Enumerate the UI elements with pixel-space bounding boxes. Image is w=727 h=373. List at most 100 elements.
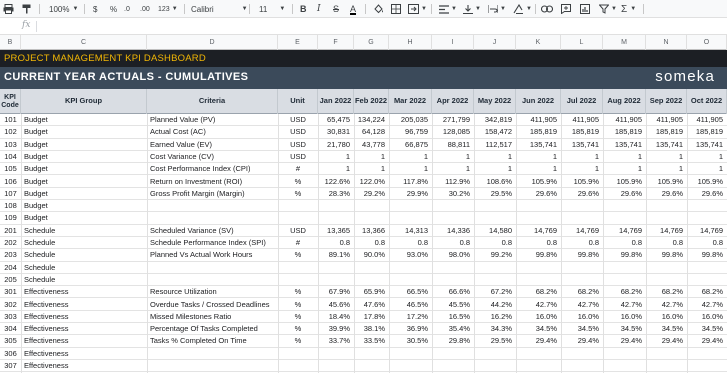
column-letter[interactable]: D xyxy=(147,35,278,50)
cell-month-value[interactable]: 14,769 xyxy=(561,225,603,237)
cell-month-value[interactable]: 29.6% xyxy=(687,188,727,200)
cell-month-value[interactable]: 29.4% xyxy=(646,335,687,347)
cell-kpi-code[interactable]: 305 xyxy=(0,335,21,347)
cell-month-value[interactable]: 42.7% xyxy=(516,299,561,311)
cell-month-value[interactable]: 185,819 xyxy=(561,126,603,138)
cell-kpi-group[interactable]: Budget xyxy=(21,200,147,212)
more-formats-button[interactable]: 123 ▼ xyxy=(158,0,178,18)
cell-month-value[interactable]: 134,224 xyxy=(354,114,389,126)
cell-criteria[interactable]: Earned Value (EV) xyxy=(147,139,278,151)
cell-month-value[interactable]: 14,313 xyxy=(389,225,432,237)
cell-month-value[interactable]: 47.6% xyxy=(354,299,389,311)
cell-month-value[interactable]: 1 xyxy=(516,151,561,163)
cell-month-value[interactable]: 158,472 xyxy=(474,126,516,138)
cell-month-value[interactable]: 29.4% xyxy=(603,335,646,347)
cell-month-value[interactable] xyxy=(516,200,561,212)
horizontal-align-icon[interactable]: ▼ xyxy=(439,0,457,18)
cell-unit[interactable] xyxy=(278,200,318,212)
column-letter[interactable]: E xyxy=(278,35,318,50)
cell-month-value[interactable]: 34.5% xyxy=(687,323,727,335)
decrease-decimals-button[interactable]: .0 xyxy=(124,0,130,18)
cell-month-value[interactable]: 1 xyxy=(432,163,474,175)
cell-month-value[interactable]: 411,905 xyxy=(646,114,687,126)
cell-month-value[interactable]: 17.2% xyxy=(389,311,432,323)
column-letter[interactable]: M xyxy=(603,35,646,50)
cell-month-value[interactable]: 1 xyxy=(318,151,354,163)
merge-cells-icon[interactable]: ▼ xyxy=(408,0,427,18)
cell-month-value[interactable]: 29.6% xyxy=(561,188,603,200)
cell-month-value[interactable]: 99.8% xyxy=(646,249,687,261)
cell-kpi-group[interactable]: Effectiveness xyxy=(21,323,147,335)
cell-criteria[interactable]: Tasks % Completed On Time xyxy=(147,335,278,347)
cell-month-value[interactable]: 46.5% xyxy=(389,299,432,311)
cell-month-value[interactable]: 99.8% xyxy=(687,249,727,261)
cell-kpi-group[interactable]: Effectiveness xyxy=(21,299,147,311)
cell-month-value[interactable]: 112.9% xyxy=(432,176,474,188)
cell-month-value[interactable]: 13,365 xyxy=(318,225,354,237)
cell-unit[interactable]: % xyxy=(278,286,318,298)
cell-month-value[interactable] xyxy=(474,212,516,224)
paint-format-icon[interactable] xyxy=(22,0,34,18)
cell-month-value[interactable]: 29.5% xyxy=(474,188,516,200)
zoom-select[interactable]: 100% ▼ xyxy=(49,0,78,18)
cell-month-value[interactable]: 99.8% xyxy=(516,249,561,261)
cell-month-value[interactable]: 1 xyxy=(687,163,727,175)
cell-month-value[interactable]: 0.8 xyxy=(354,237,389,249)
cell-month-value[interactable]: 105.9% xyxy=(516,176,561,188)
cell-criteria[interactable] xyxy=(147,360,278,372)
cell-month-value[interactable] xyxy=(318,360,354,372)
cell-month-value[interactable] xyxy=(474,348,516,360)
cell-month-value[interactable]: 16.0% xyxy=(687,311,727,323)
cell-month-value[interactable]: 34.3% xyxy=(474,323,516,335)
cell-month-value[interactable]: 185,819 xyxy=(516,126,561,138)
cell-criteria[interactable]: Cost Variance (CV) xyxy=(147,151,278,163)
column-letter[interactable]: H xyxy=(389,35,432,50)
cell-month-value[interactable] xyxy=(389,262,432,274)
cell-kpi-code[interactable]: 102 xyxy=(0,126,21,138)
cell-month-value[interactable] xyxy=(354,200,389,212)
cell-month-value[interactable]: 18.4% xyxy=(318,311,354,323)
cell-kpi-group[interactable]: Budget xyxy=(21,114,147,126)
cell-kpi-group[interactable]: Schedule xyxy=(21,249,147,261)
cell-month-value[interactable]: 39.9% xyxy=(318,323,354,335)
cell-month-value[interactable]: 90.0% xyxy=(354,249,389,261)
cell-month-value[interactable]: 1 xyxy=(389,151,432,163)
cell-month-value[interactable]: 66,875 xyxy=(389,139,432,151)
cell-month-value[interactable]: 30,831 xyxy=(318,126,354,138)
cell-month-value[interactable]: 14,769 xyxy=(687,225,727,237)
cell-criteria[interactable] xyxy=(147,212,278,224)
cell-month-value[interactable] xyxy=(474,360,516,372)
column-letter[interactable]: C xyxy=(21,35,147,50)
cell-month-value[interactable]: 1 xyxy=(646,163,687,175)
cell-month-value[interactable] xyxy=(603,262,646,274)
cell-month-value[interactable] xyxy=(432,200,474,212)
cell-month-value[interactable]: 342,819 xyxy=(474,114,516,126)
cell-kpi-group[interactable]: Budget xyxy=(21,126,147,138)
cell-kpi-group[interactable]: Schedule xyxy=(21,262,147,274)
cell-month-value[interactable]: 36.9% xyxy=(389,323,432,335)
cell-month-value[interactable] xyxy=(516,348,561,360)
cell-month-value[interactable]: 67.2% xyxy=(474,286,516,298)
cell-month-value[interactable]: 0.8 xyxy=(318,237,354,249)
cell-month-value[interactable]: 89.1% xyxy=(318,249,354,261)
cell-kpi-code[interactable]: 301 xyxy=(0,286,21,298)
print-icon[interactable] xyxy=(3,0,15,18)
cell-kpi-code[interactable]: 106 xyxy=(0,176,21,188)
cell-month-value[interactable] xyxy=(389,360,432,372)
cell-month-value[interactable]: 185,819 xyxy=(603,126,646,138)
cell-month-value[interactable] xyxy=(646,200,687,212)
cell-month-value[interactable]: 34.5% xyxy=(561,323,603,335)
cell-kpi-code[interactable]: 104 xyxy=(0,151,21,163)
cell-month-value[interactable] xyxy=(516,274,561,286)
cell-criteria[interactable] xyxy=(147,200,278,212)
cell-month-value[interactable] xyxy=(432,212,474,224)
cell-month-value[interactable]: 14,769 xyxy=(603,225,646,237)
cell-unit[interactable]: USD xyxy=(278,139,318,151)
cell-month-value[interactable]: 45.6% xyxy=(318,299,354,311)
cell-month-value[interactable]: 17.8% xyxy=(354,311,389,323)
cell-kpi-group[interactable]: Effectiveness xyxy=(21,348,147,360)
cell-month-value[interactable]: 185,819 xyxy=(646,126,687,138)
cell-month-value[interactable] xyxy=(516,262,561,274)
cell-kpi-group[interactable]: Effectiveness xyxy=(21,311,147,323)
cell-month-value[interactable]: 29.5% xyxy=(474,335,516,347)
